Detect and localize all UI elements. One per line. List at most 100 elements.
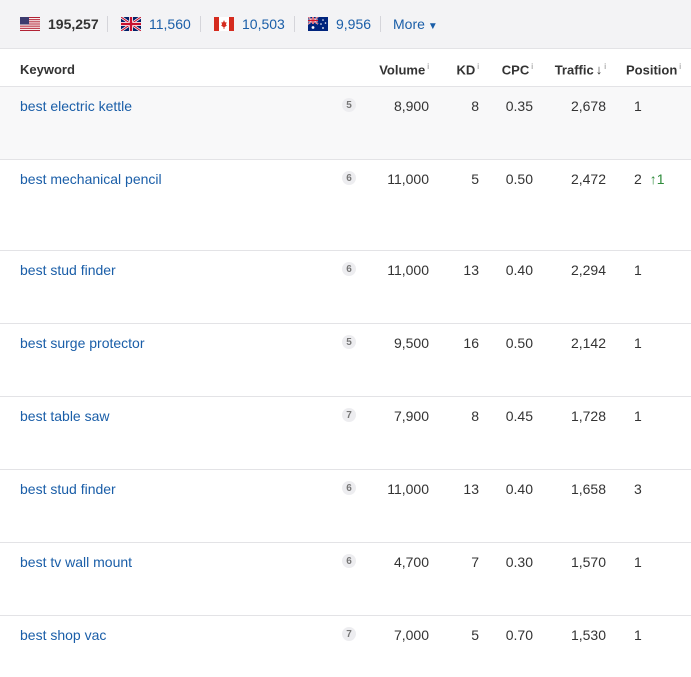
country-gb-count: 11,560 <box>149 16 191 32</box>
position-number: 1 <box>634 262 642 278</box>
kd-value: 16 <box>463 335 479 351</box>
uk-flag-icon <box>121 17 141 31</box>
divider <box>107 16 108 32</box>
serp-badge[interactable]: 5 <box>342 98 356 112</box>
country-gb[interactable]: 11,560 <box>121 16 191 32</box>
volume-value: 7,000 <box>393 627 429 643</box>
position-number: 1 <box>634 98 642 114</box>
serp-badge[interactable]: 6 <box>342 171 356 185</box>
traffic-value: 1,658 <box>570 481 606 497</box>
kd-value: 13 <box>463 262 479 278</box>
column-header-cpc[interactable]: CPC i <box>502 62 533 77</box>
traffic-value: 2,472 <box>570 171 606 187</box>
kd-value: 5 <box>471 627 479 643</box>
divider <box>200 16 201 32</box>
volume-value: 11,000 <box>387 481 429 497</box>
column-header-keyword[interactable]: Keyword <box>20 62 75 77</box>
more-dropdown[interactable]: More ▼ <box>393 16 438 32</box>
traffic-value: 2,294 <box>570 262 606 278</box>
volume-value: 11,000 <box>387 171 429 187</box>
position-number: 1 <box>634 408 642 424</box>
position-number: 1 <box>634 627 642 643</box>
country-us-count: 195,257 <box>48 16 99 32</box>
keyword-link[interactable]: best table saw <box>20 408 110 424</box>
position-value: 1 <box>634 262 650 278</box>
column-header-traffic-label: Traffic <box>554 62 594 78</box>
traffic-value: 1,728 <box>570 408 606 424</box>
traffic-value: 2,142 <box>570 335 606 351</box>
serp-badge[interactable]: 6 <box>342 262 356 276</box>
cpc-value: 0.40 <box>505 481 533 497</box>
us-flag-icon <box>20 17 40 31</box>
keyword-link[interactable]: best surge protector <box>20 335 145 351</box>
position-change: ↑1 <box>649 171 665 187</box>
column-header-keyword-label: Keyword <box>20 62 75 77</box>
kd-value: 8 <box>471 98 479 114</box>
position-value: 1 <box>634 408 650 424</box>
volume-value: 11,000 <box>387 262 429 278</box>
position-number: 1 <box>634 554 642 570</box>
serp-badge[interactable]: 7 <box>342 408 356 422</box>
traffic-value: 1,570 <box>570 554 606 570</box>
cpc-value: 0.70 <box>505 627 533 643</box>
volume-value: 7,900 <box>393 408 429 424</box>
position-value: 2 ↑1 <box>634 171 665 187</box>
country-ca[interactable]: 10,503 <box>214 16 285 32</box>
position-value: 1 <box>634 627 650 643</box>
serp-badge[interactable]: 7 <box>342 627 356 641</box>
serp-badge[interactable]: 5 <box>342 335 356 349</box>
table-row: best electric kettle 5 8,900 8 0.35 2,67… <box>0 87 691 160</box>
serp-badge[interactable]: 6 <box>342 481 356 495</box>
more-label: More <box>393 16 425 32</box>
column-header-volume[interactable]: Volume i <box>379 62 429 77</box>
column-header-cpc-label: CPC <box>501 62 530 78</box>
traffic-value: 1,530 <box>570 627 606 643</box>
serp-badge[interactable]: 6 <box>342 554 356 568</box>
column-header-position-label: Position <box>626 62 678 78</box>
info-icon[interactable]: i <box>531 62 533 71</box>
divider <box>380 16 381 32</box>
country-ca-count: 10,503 <box>242 16 285 32</box>
table-row: best tv wall mount 6 4,700 7 0.30 1,570 … <box>0 543 691 616</box>
volume-value: 8,900 <box>393 98 429 114</box>
position-value: 1 <box>634 554 650 570</box>
column-header-kd-label: KD <box>456 62 476 78</box>
divider <box>294 16 295 32</box>
column-header-traffic[interactable]: Traffic ↓ i <box>555 62 606 77</box>
country-au[interactable]: 9,956 <box>308 16 371 32</box>
country-us[interactable]: 195,257 <box>20 16 99 32</box>
info-icon[interactable]: i <box>477 62 479 71</box>
australia-flag-icon <box>308 17 328 31</box>
cpc-value: 0.40 <box>505 262 533 278</box>
info-icon[interactable]: i <box>604 62 606 71</box>
position-number: 2 <box>634 171 642 187</box>
kd-value: 13 <box>463 481 479 497</box>
country-bar: 195,257 11,560 10,503 9,956 More ▼ <box>0 0 691 49</box>
position-value: 1 <box>634 335 650 351</box>
sort-down-icon: ↓ <box>595 62 603 78</box>
column-header-kd[interactable]: KD i <box>456 62 479 77</box>
table-row: best mechanical pencil 6 11,000 5 0.50 2… <box>0 160 691 251</box>
kd-value: 5 <box>471 171 479 187</box>
column-header-volume-label: Volume <box>379 62 426 78</box>
keyword-link[interactable]: best mechanical pencil <box>20 171 162 187</box>
cpc-value: 0.45 <box>505 408 533 424</box>
country-au-count: 9,956 <box>336 16 372 32</box>
table-row: best surge protector 5 9,500 16 0.50 2,1… <box>0 324 691 397</box>
column-header-position[interactable]: Position i <box>626 62 681 77</box>
position-value: 1 <box>634 98 650 114</box>
keyword-link[interactable]: best stud finder <box>20 262 116 278</box>
keyword-link[interactable]: best electric kettle <box>20 98 132 114</box>
position-number: 1 <box>634 335 642 351</box>
table-row: best stud finder 6 11,000 13 0.40 1,658 … <box>0 470 691 543</box>
table-row: best stud finder 6 11,000 13 0.40 2,294 … <box>0 251 691 324</box>
cpc-value: 0.30 <box>505 554 533 570</box>
position-number: 3 <box>634 481 642 497</box>
keyword-link[interactable]: best tv wall mount <box>20 554 132 570</box>
info-icon[interactable]: i <box>427 62 429 71</box>
keyword-link[interactable]: best stud finder <box>20 481 116 497</box>
keyword-link[interactable]: best shop vac <box>20 627 106 643</box>
info-icon[interactable]: i <box>679 62 681 71</box>
cpc-value: 0.50 <box>505 335 533 351</box>
cpc-value: 0.50 <box>505 171 533 187</box>
